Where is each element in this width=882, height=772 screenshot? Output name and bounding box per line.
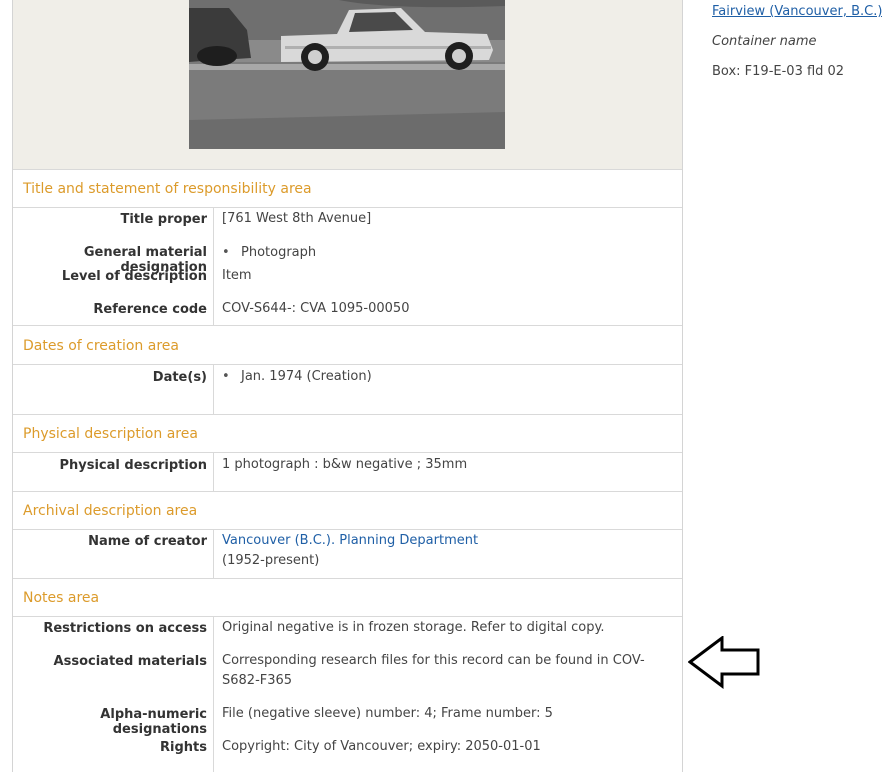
- reference-code-label: Reference code: [93, 302, 207, 317]
- name-of-creator-label: Name of creator: [88, 534, 207, 549]
- rights-value: Copyright: City of Vancouver; expiry: 20…: [222, 739, 541, 754]
- level-value: Item: [222, 268, 252, 283]
- alpha-numeric-label: Alpha-numeric designations: [100, 707, 207, 737]
- section-heading-title: Title and statement of responsibility ar…: [13, 170, 682, 208]
- creator-link[interactable]: Vancouver (B.C.). Planning Department: [222, 533, 478, 548]
- dates-fields: Date(s) Jan. 1974 (Creation): [13, 365, 682, 415]
- section-heading-physical: Physical description area: [13, 415, 682, 453]
- associated-materials-label: Associated materials: [53, 654, 207, 669]
- archival-fields: Name of creator Vancouver (B.C.). Planni…: [13, 530, 682, 579]
- gmd-list-item: Photograph: [218, 243, 663, 263]
- car-photo-image: [189, 0, 505, 149]
- dates-value: Jan. 1974 (Creation): [218, 369, 372, 384]
- section-heading-notes: Notes area: [13, 579, 682, 617]
- associated-materials-value: Corresponding research files for this re…: [222, 651, 667, 691]
- physical-description-value: 1 photograph : b&w negative ; 35mm: [222, 457, 468, 472]
- alpha-numeric-value: File (negative sleeve) number: 4; Frame …: [222, 706, 553, 721]
- dates-list-item: Jan. 1974 (Creation): [218, 367, 663, 387]
- reference-code-value: COV-S644-: CVA 1095-00050: [222, 301, 410, 316]
- physical-fields: Physical description 1 photograph : b&w …: [13, 453, 682, 492]
- level-label: Level of description: [61, 269, 207, 284]
- associated-materials-line1: Corresponding research files for this re…: [222, 653, 645, 668]
- title-fields: Title proper [761 West 8th Avenue] Gener…: [13, 208, 682, 326]
- restrictions-label: Restrictions on access: [43, 621, 207, 636]
- title-proper-label: Title proper: [120, 212, 207, 227]
- digital-object-area: [13, 0, 682, 170]
- section-heading-archival: Archival description area: [13, 492, 682, 530]
- physical-description-label: Physical description: [59, 458, 207, 473]
- title-proper-value: [761 West 8th Avenue]: [222, 211, 372, 226]
- main-content: Title and statement of responsibility ar…: [12, 0, 683, 772]
- container-name-value: Box: F19-E-03 fld 02: [712, 64, 845, 79]
- photo-thumbnail[interactable]: [189, 0, 505, 149]
- rights-label: Rights: [160, 740, 207, 755]
- left-arrow-icon: [688, 636, 760, 689]
- gmd-value: Photograph: [218, 245, 316, 260]
- creator-value: Vancouver (B.C.). Planning Department (1…: [222, 531, 667, 571]
- container-name-label: Container name: [712, 34, 817, 49]
- section-heading-dates: Dates of creation area: [13, 327, 682, 365]
- associated-materials-line2: S682-F365: [222, 673, 293, 688]
- creator-dates: (1952-present): [222, 553, 320, 568]
- place-access-point-link[interactable]: Fairview (Vancouver, B.C.): [712, 4, 882, 19]
- restrictions-value: Original negative is in frozen storage. …: [222, 620, 605, 635]
- notes-fields: Restrictions on access Original negative…: [13, 617, 682, 772]
- dates-label: Date(s): [152, 370, 207, 385]
